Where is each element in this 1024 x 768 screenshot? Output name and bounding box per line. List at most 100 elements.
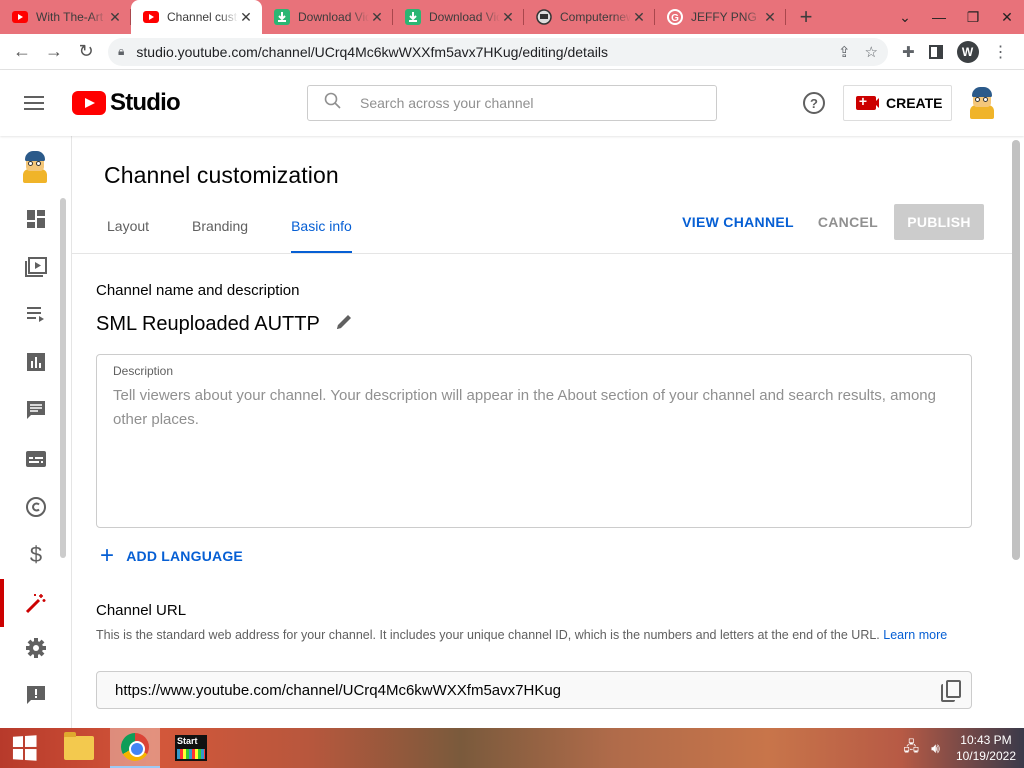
add-language-button[interactable]: + ADD LANGUAGE [100, 544, 243, 568]
main-content: Channel customization Layout Branding Ba… [72, 136, 1024, 728]
browser-tab-active[interactable]: Channel customization ✕ [131, 0, 262, 34]
earn-dollar-icon[interactable]: $ [24, 542, 48, 567]
profile-avatar[interactable]: W [956, 40, 979, 63]
create-video-icon [856, 93, 879, 110]
account-avatar[interactable] [966, 87, 998, 119]
search-input[interactable]: Search across your channel [307, 85, 717, 121]
channel-url-desc-text: This is the standard web address for you… [96, 628, 880, 642]
settings-gear-icon[interactable] [24, 636, 48, 660]
google-icon: G [667, 9, 683, 25]
jeffy-avatar-icon [19, 151, 51, 183]
comments-icon[interactable] [24, 398, 48, 422]
address-bar[interactable]: 🔒︎ studio.youtube.com/channel/UCrq4Mc6kw… [108, 37, 888, 66]
name-section-title: Channel name and description [96, 282, 300, 299]
computernewb-icon [536, 9, 552, 25]
address-url[interactable]: studio.youtube.com/channel/UCrq4Mc6kwWXX… [136, 44, 824, 60]
learn-more-link[interactable]: Learn more [883, 628, 947, 642]
forward-arrow-icon[interactable]: → [38, 36, 70, 68]
browser-tab-title: Download Videos [429, 10, 500, 24]
page-title: Channel customization [104, 162, 339, 188]
close-tab-icon[interactable]: ✕ [369, 9, 385, 26]
send-feedback-icon[interactable] [24, 683, 48, 707]
lock-icon[interactable]: 🔒︎ [118, 44, 124, 59]
browser-menu-icon[interactable]: ⋮ [993, 42, 1009, 62]
share-icon[interactable]: ⇪ [838, 43, 851, 61]
create-label: CREATE [886, 95, 943, 111]
left-nav: $ [0, 136, 72, 728]
channel-url-description: This is the standard web address for you… [96, 625, 976, 645]
left-nav-scrollbar[interactable] [60, 198, 66, 558]
logo-text: Studio [110, 89, 181, 116]
folder-icon [64, 732, 94, 760]
tab-layout[interactable]: Layout [107, 218, 149, 254]
page-actions: VIEW CHANNEL CANCEL PUBLISH [682, 204, 984, 240]
hamburger-menu-icon[interactable] [24, 91, 48, 115]
dashboard-icon[interactable] [24, 207, 48, 231]
subtitles-icon[interactable] [24, 447, 48, 471]
browser-tab[interactable]: Download Videos ✕ [393, 0, 524, 34]
channel-avatar[interactable] [19, 151, 51, 183]
playlists-icon[interactable] [24, 302, 48, 326]
browser-tab[interactable]: With The-Art ✕ [0, 0, 131, 34]
file-explorer-taskbar-button[interactable] [54, 728, 104, 768]
minimize-icon[interactable]: — [922, 0, 956, 34]
browser-tab-title: Channel customization [167, 10, 238, 24]
copyright-icon[interactable] [24, 495, 48, 519]
browser-toolbar: ← → ↻ 🔒︎ studio.youtube.com/channel/UCrq… [0, 34, 1024, 70]
browser-tab[interactable]: Computernewb ✕ [524, 0, 655, 34]
clock[interactable]: 10:43 PM 10/19/2022 [956, 732, 1016, 764]
download-icon [274, 9, 290, 25]
volume-icon[interactable]: 🔊︎ [931, 740, 940, 757]
help-icon[interactable]: ? [803, 92, 825, 114]
content-icon[interactable] [24, 255, 48, 279]
tab-basic-info[interactable]: Basic info [291, 218, 352, 254]
chrome-taskbar-button[interactable] [110, 728, 160, 768]
customization-magic-wand-icon[interactable] [24, 591, 48, 615]
browser-tab[interactable]: G JEFFY PNG - Google ✕ [655, 0, 786, 34]
new-tab-button[interactable]: + [786, 0, 826, 34]
tab-search-icon[interactable]: ⌄ [888, 0, 922, 34]
start-app-taskbar-button[interactable]: Start [166, 728, 216, 768]
network-icon[interactable]: 🖧︎ [903, 736, 919, 760]
side-panel-icon[interactable] [928, 44, 943, 59]
copy-icon[interactable] [941, 680, 961, 702]
close-tab-icon[interactable]: ✕ [107, 9, 123, 26]
back-arrow-icon[interactable]: ← [6, 36, 38, 68]
jeffy-avatar-icon [966, 87, 998, 119]
search-placeholder: Search across your channel [360, 95, 534, 111]
channel-url-field[interactable]: https://www.youtube.com/channel/UCrq4Mc6… [96, 671, 972, 709]
description-textarea[interactable]: Description Tell viewers about your chan… [96, 354, 972, 528]
browser-tab-title: Computernewb [560, 10, 631, 24]
close-window-icon[interactable]: ✕ [990, 0, 1024, 34]
create-button[interactable]: CREATE [843, 85, 952, 121]
browser-tab-title: JEFFY PNG - Google [691, 10, 762, 24]
extensions-puzzle-icon[interactable]: ✚ [902, 43, 915, 61]
close-tab-icon[interactable]: ✕ [500, 9, 516, 26]
close-tab-icon[interactable]: ✕ [631, 9, 647, 26]
bookmark-star-icon[interactable]: ☆ [865, 43, 878, 61]
close-tab-icon[interactable]: ✕ [238, 9, 254, 26]
channel-name-text: SML Reuploaded AUTTP [96, 313, 320, 335]
edit-pencil-icon[interactable] [334, 312, 354, 337]
youtube-studio-logo[interactable]: Studio [72, 89, 181, 117]
window-controls: ⌄ — ❐ ✕ [888, 0, 1024, 34]
main-scrollbar[interactable] [1012, 140, 1020, 560]
channel-url-value[interactable]: https://www.youtube.com/channel/UCrq4Mc6… [115, 682, 561, 699]
restore-icon[interactable]: ❐ [956, 0, 990, 34]
browser-tab-title: Download Videos [298, 10, 369, 24]
tab-branding[interactable]: Branding [192, 218, 248, 254]
active-nav-indicator [0, 579, 4, 627]
search-icon [324, 92, 342, 115]
plus-icon: + [100, 542, 115, 569]
clock-date: 10/19/2022 [955, 749, 1016, 763]
system-tray: 🖧︎ 🔊︎ 10:43 PM 10/19/2022 [903, 728, 1016, 768]
analytics-icon[interactable] [24, 350, 48, 374]
publish-button[interactable]: PUBLISH [894, 204, 984, 240]
close-tab-icon[interactable]: ✕ [762, 9, 778, 26]
view-channel-button[interactable]: VIEW CHANNEL [682, 214, 794, 230]
windows-start-button[interactable] [0, 728, 48, 768]
start-app-icon: Start [175, 735, 207, 761]
browser-tab[interactable]: Download Videos ✕ [262, 0, 393, 34]
cancel-button[interactable]: CANCEL [818, 214, 878, 230]
reload-icon[interactable]: ↻ [70, 36, 102, 68]
